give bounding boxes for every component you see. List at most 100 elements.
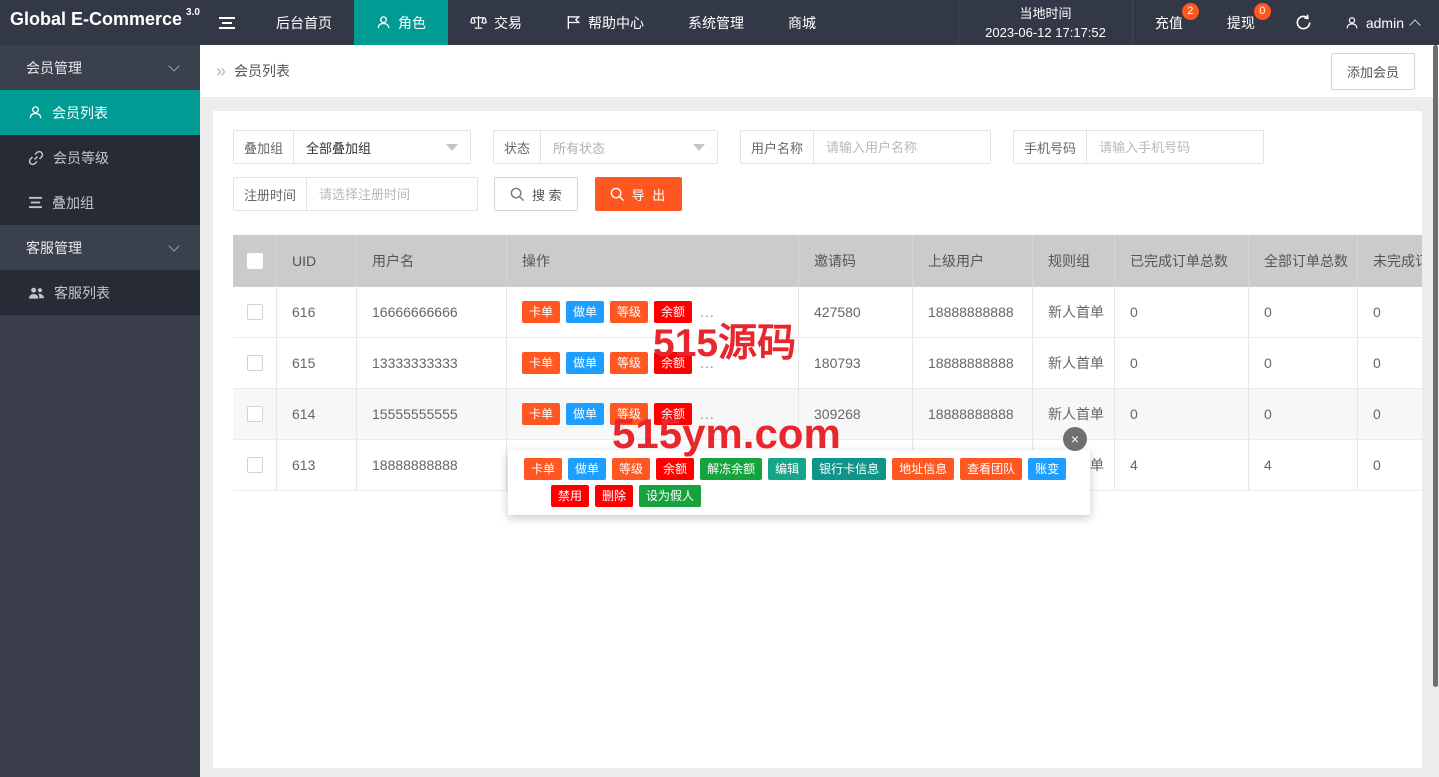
- withdraw-button[interactable]: 提现 0: [1205, 0, 1277, 45]
- action-do-order-button[interactable]: 做单: [568, 458, 607, 480]
- caret-down-icon: [693, 143, 706, 151]
- table-row: 614 15555555555 卡单 做单 等级 余额 ... 309268 1…: [233, 389, 1422, 440]
- sidebar-group-member-mgmt[interactable]: 会员管理: [0, 45, 200, 90]
- action-balance-button[interactable]: 余额: [654, 352, 693, 374]
- more-actions-link[interactable]: ...: [700, 355, 715, 371]
- scrollbar-thumb[interactable]: [1433, 45, 1438, 687]
- username-label: 用户名称: [741, 131, 815, 163]
- cell-actions: 卡单 做单 等级 余额 ...: [507, 389, 799, 440]
- nav-item-trade[interactable]: 交易: [448, 0, 544, 45]
- table-row: 615 13333333333 卡单 做单 等级 余额 ... 180793 1…: [233, 338, 1422, 389]
- sidebar-item-member-level[interactable]: 会员等级: [0, 135, 200, 180]
- breadcrumb: » 会员列表: [216, 61, 290, 81]
- more-actions-link[interactable]: ...: [700, 406, 715, 422]
- more-actions-link[interactable]: ...: [700, 304, 715, 320]
- cell-invite-code: 427580: [799, 287, 913, 338]
- header-invite-code: 邀请码: [799, 235, 913, 287]
- action-card-order-button[interactable]: 卡单: [522, 352, 561, 374]
- action-edit-button[interactable]: 编辑: [768, 458, 807, 480]
- row-checkbox[interactable]: [246, 304, 263, 320]
- local-time-label: 当地时间: [1019, 5, 1072, 21]
- row-checkbox[interactable]: [246, 406, 263, 422]
- cell-uid: 614: [277, 389, 357, 440]
- row-checkbox[interactable]: [246, 355, 263, 371]
- collapse-sidebar-button[interactable]: [200, 0, 254, 45]
- header-parent-user: 上级用户: [913, 235, 1033, 287]
- list-icon: [28, 196, 43, 209]
- cell-total: 0: [1249, 287, 1358, 338]
- reg-time-input[interactable]: [307, 178, 478, 210]
- action-set-fake-user-button[interactable]: 设为假人: [639, 485, 702, 507]
- status-select[interactable]: 所有状态: [541, 131, 717, 163]
- nav-item-help[interactable]: 帮助中心: [544, 0, 666, 45]
- phone-input[interactable]: [1087, 131, 1264, 163]
- nav-item-system[interactable]: 系统管理: [666, 0, 766, 45]
- action-bank-card-info-button[interactable]: 银行卡信息: [812, 458, 887, 480]
- action-card-order-button[interactable]: 卡单: [524, 458, 563, 480]
- cell-uncompleted: 0: [1358, 389, 1422, 440]
- cell-invite-code: 309268: [799, 389, 913, 440]
- action-do-order-button[interactable]: 做单: [566, 352, 605, 374]
- cell-uid: 613: [277, 440, 357, 491]
- admin-username: admin: [1365, 14, 1404, 31]
- withdraw-badge: 0: [1253, 3, 1271, 20]
- recharge-button[interactable]: 充值 2: [1133, 0, 1205, 45]
- cell-actions: 卡单 做单 等级 余额 ...: [507, 338, 799, 389]
- action-view-team-button[interactable]: 查看团队: [960, 458, 1023, 480]
- action-account-change-button[interactable]: 账变: [1028, 458, 1067, 480]
- action-level-button[interactable]: 等级: [610, 403, 649, 425]
- sidebar-item-stack-group[interactable]: 叠加组: [0, 180, 200, 225]
- sidebar: 会员管理 会员列表 会员等级 叠加组 客服管理 客服列表: [0, 45, 200, 777]
- add-member-button[interactable]: 添加会员: [1330, 52, 1415, 90]
- refresh-button[interactable]: [1277, 0, 1331, 45]
- action-level-button[interactable]: 等级: [610, 352, 649, 374]
- caret-down-icon: [446, 143, 459, 151]
- admin-menu[interactable]: admin: [1331, 0, 1439, 45]
- cell-parent-user: 18888888888: [913, 338, 1033, 389]
- stack-group-label: 叠加组: [234, 131, 295, 163]
- action-do-order-button[interactable]: 做单: [566, 403, 605, 425]
- cell-total: 0: [1249, 338, 1358, 389]
- sidebar-item-member-list[interactable]: 会员列表: [0, 90, 200, 135]
- username-input[interactable]: [814, 131, 991, 163]
- action-level-button[interactable]: 等级: [610, 301, 649, 323]
- action-delete-button[interactable]: 删除: [595, 485, 634, 507]
- chevron-down-icon: [168, 59, 180, 72]
- search-button[interactable]: 搜 索: [494, 177, 578, 211]
- cell-uid: 616: [277, 287, 357, 338]
- action-unfreeze-balance-button[interactable]: 解冻余额: [700, 458, 763, 480]
- action-balance-button[interactable]: 余额: [654, 403, 693, 425]
- cell-uncompleted: 0: [1358, 287, 1422, 338]
- row-checkbox[interactable]: [246, 457, 263, 473]
- sidebar-group-service-mgmt[interactable]: 客服管理: [0, 225, 200, 270]
- nav-item-home[interactable]: 后台首页: [254, 0, 354, 45]
- action-card-order-button[interactable]: 卡单: [522, 301, 561, 323]
- sidebar-item-service-list[interactable]: 客服列表: [0, 270, 200, 315]
- cell-username: 16666666666: [357, 287, 507, 338]
- app-root: Global E-Commerce 3.0 后台首页 角色 交易 帮助中心 系统…: [0, 0, 1439, 777]
- stack-group-select[interactable]: 全部叠加组: [294, 131, 470, 163]
- cell-rule-group: 新人首单: [1033, 338, 1115, 389]
- flag-icon: [566, 15, 581, 30]
- cell-parent-user: 18888888888: [913, 287, 1033, 338]
- close-icon[interactable]: ×: [1063, 427, 1087, 451]
- action-balance-button[interactable]: 余额: [654, 301, 693, 323]
- action-disable-button[interactable]: 禁用: [551, 485, 590, 507]
- phone-label: 手机号码: [1014, 131, 1088, 163]
- action-address-info-button[interactable]: 地址信息: [892, 458, 955, 480]
- hamburger-icon: [218, 16, 236, 30]
- filter-phone: 手机号码: [1013, 130, 1265, 164]
- nav-item-roles[interactable]: 角色: [354, 0, 448, 45]
- action-card-order-button[interactable]: 卡单: [522, 403, 561, 425]
- action-balance-button[interactable]: 余额: [656, 458, 695, 480]
- app-logo: Global E-Commerce 3.0: [0, 0, 200, 45]
- cell-username: 18888888888: [357, 440, 507, 491]
- scales-icon: [470, 15, 487, 30]
- action-do-order-button[interactable]: 做单: [566, 301, 605, 323]
- action-level-button[interactable]: 等级: [612, 458, 651, 480]
- nav-item-mall[interactable]: 商城: [766, 0, 838, 45]
- export-button[interactable]: 导 出: [594, 177, 683, 211]
- cell-username: 13333333333: [357, 338, 507, 389]
- header-username: 用户名: [357, 235, 507, 287]
- select-all-checkbox[interactable]: [246, 253, 263, 269]
